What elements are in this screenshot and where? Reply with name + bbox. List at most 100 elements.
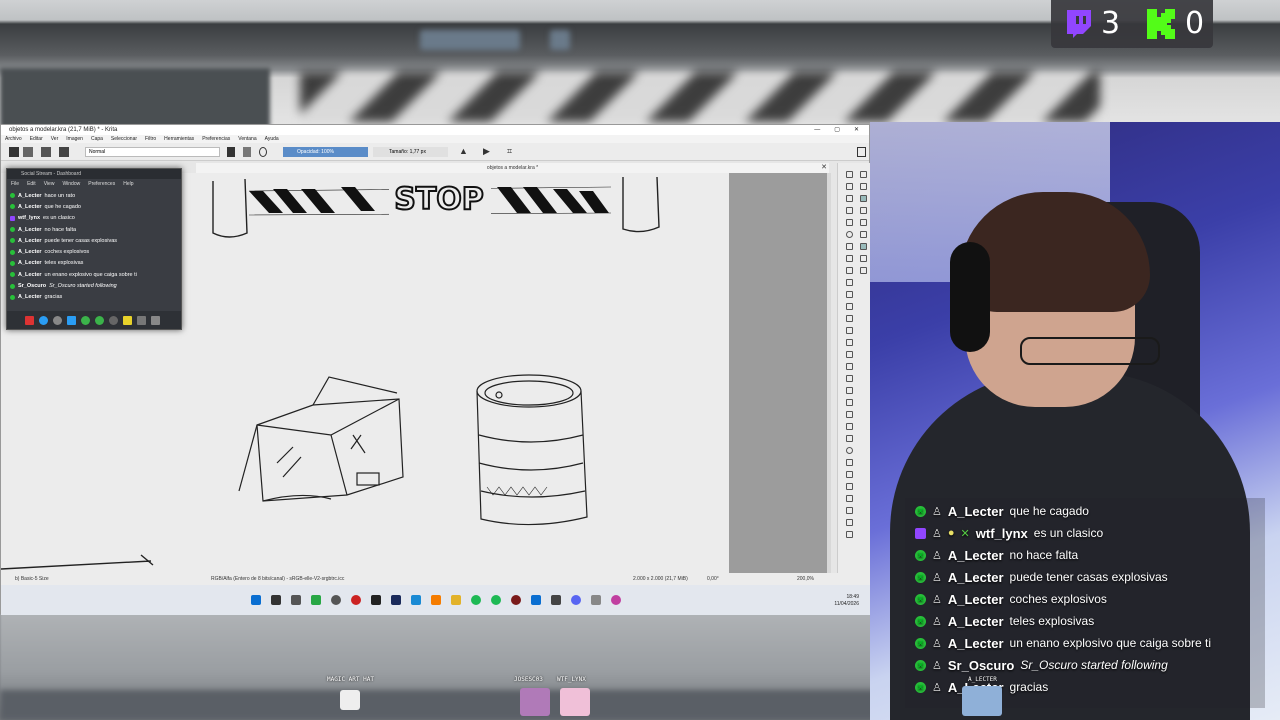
blender-icon[interactable] — [431, 595, 441, 605]
spotify-icon[interactable] — [471, 595, 481, 605]
list-item[interactable]: A_Lecter hace un rato — [7, 190, 181, 201]
social-menu-help[interactable]: Help — [123, 179, 133, 189]
select-shapes-tool-icon[interactable] — [846, 171, 853, 178]
line-tool-icon[interactable] — [846, 207, 853, 214]
freehand-path-tool-icon[interactable] — [846, 279, 853, 286]
menu-filtro[interactable]: Filtro — [145, 135, 156, 143]
close-icon[interactable]: ✕ — [821, 163, 827, 173]
text-tool-icon[interactable] — [860, 171, 867, 178]
maximize-icon[interactable]: ▢ — [834, 125, 840, 135]
social-menu-edit[interactable]: Edit — [27, 179, 36, 189]
eraser-icon[interactable] — [227, 147, 235, 157]
contiguous-select-tool-icon[interactable] — [846, 411, 853, 418]
minimize-icon[interactable]: — — [814, 125, 820, 135]
freehand-brush-tool-icon[interactable] — [846, 195, 853, 202]
list-item[interactable]: A_Lecter no hace falta — [7, 224, 181, 235]
krita-icon[interactable] — [591, 595, 601, 605]
smart-patch-tool-icon[interactable] — [846, 531, 853, 538]
ellipse-tool-icon[interactable] — [846, 231, 853, 238]
list-item[interactable]: A_Lecter teles explosivas — [7, 258, 181, 269]
crop-tool-icon[interactable] — [846, 303, 853, 310]
magnetic-select-tool-icon[interactable] — [846, 495, 853, 502]
list-item[interactable]: A_Lecter que he cagado — [7, 201, 181, 212]
vertical-scrollbar[interactable] — [827, 173, 831, 573]
social-menu-file[interactable]: File — [11, 179, 19, 189]
gradient-icon[interactable] — [23, 147, 33, 157]
wrap-icon[interactable]: ⌗ — [507, 147, 516, 157]
xbox-icon[interactable] — [311, 595, 321, 605]
gear-icon[interactable] — [109, 315, 118, 325]
size-slider[interactable]: Tamaño: 1,77 px — [373, 147, 448, 157]
color-picker-tool-icon[interactable] — [846, 351, 853, 358]
rect-select-tool-icon[interactable] — [846, 435, 853, 442]
list-item[interactable]: A_Lecter puede tener casas explosivas — [7, 235, 181, 246]
notion-icon[interactable] — [371, 595, 381, 605]
lasso-select-tool-icon[interactable] — [846, 471, 853, 478]
reference-tool-icon[interactable] — [846, 399, 853, 406]
menu-ayuda[interactable]: Ayuda — [265, 135, 279, 143]
undo-icon[interactable] — [860, 207, 867, 214]
fill-tool-icon[interactable] — [846, 363, 853, 370]
volume-icon[interactable] — [151, 315, 160, 325]
discord-icon[interactable] — [571, 595, 581, 605]
edit-shapes-tool-icon[interactable] — [846, 183, 853, 190]
search-icon[interactable] — [271, 595, 281, 605]
menu-preferencias[interactable]: Preferencias — [202, 135, 230, 143]
document-tab[interactable]: objetos a modelar.kra * ✕ — [196, 163, 829, 173]
start-icon[interactable] — [251, 595, 261, 605]
clock[interactable]: 18:49 11/04/2026 — [834, 594, 859, 608]
move-tool-icon[interactable] — [846, 315, 853, 322]
filter-icon[interactable] — [67, 315, 76, 325]
menu-editar[interactable]: Editar — [30, 135, 43, 143]
transform-tool-icon[interactable] — [846, 327, 853, 334]
zoom-tool-icon[interactable] — [846, 507, 853, 514]
brush-active-tool-icon[interactable] — [860, 195, 867, 202]
eraser-tool-icon[interactable] — [860, 267, 867, 274]
rectangle-tool-icon[interactable] — [846, 219, 853, 226]
app-icon[interactable] — [551, 595, 561, 605]
brush-preset-icon[interactable] — [59, 147, 69, 157]
chat-icon[interactable] — [39, 315, 48, 325]
pan-tool-icon[interactable] — [846, 519, 853, 526]
reload-icon[interactable] — [259, 147, 267, 157]
pressure-icon[interactable]: ▲ — [459, 147, 468, 157]
premiere-icon[interactable] — [391, 595, 401, 605]
emoji-icon[interactable] — [81, 315, 90, 325]
telegram-icon[interactable] — [411, 595, 421, 605]
pattern-icon[interactable] — [41, 147, 51, 157]
swatch-icon[interactable] — [860, 255, 867, 262]
dynamic-brush-tool-icon[interactable] — [846, 291, 853, 298]
bezier-select-tool-icon[interactable] — [846, 483, 853, 490]
pinterest-icon[interactable] — [351, 595, 361, 605]
paint-tool-icon[interactable] — [860, 243, 867, 250]
gradient-tool-icon[interactable] — [846, 375, 853, 382]
spotify-alt-icon[interactable] — [491, 595, 501, 605]
menu-ver[interactable]: Ver — [51, 135, 59, 143]
pause-icon[interactable] — [25, 315, 34, 325]
dockers-icon[interactable] — [857, 147, 866, 157]
vscode-icon[interactable] — [531, 595, 541, 605]
redo-icon[interactable] — [860, 219, 867, 226]
list-item[interactable]: A_Lecter un enano explosivo que caiga sob… — [7, 269, 181, 280]
calligraphy-tool-icon[interactable] — [860, 183, 867, 190]
measure-tool-icon[interactable] — [846, 339, 853, 346]
close-icon[interactable]: ✕ — [854, 125, 859, 135]
keyboard-icon[interactable] — [137, 315, 146, 325]
bezier-tool-icon[interactable] — [846, 267, 853, 274]
polyline-tool-icon[interactable] — [846, 255, 853, 262]
mirror-icon[interactable]: ▶ — [483, 147, 492, 157]
social-menu-preferences[interactable]: Preferences — [88, 179, 115, 189]
opacity-slider[interactable]: Opacidad: 100% — [283, 147, 368, 157]
task-view-icon[interactable] — [291, 595, 301, 605]
social-menu-window[interactable]: Window — [62, 179, 80, 189]
obs-icon[interactable] — [511, 595, 521, 605]
chrome-icon[interactable] — [611, 595, 621, 605]
blend-mode-select[interactable]: Normal — [85, 147, 220, 157]
list-item[interactable]: A_Lecter gracias — [7, 292, 181, 303]
folder-icon[interactable] — [451, 595, 461, 605]
alpha-lock-icon[interactable] — [243, 147, 251, 157]
polygon-select-tool-icon[interactable] — [846, 459, 853, 466]
social-menu-view[interactable]: View — [44, 179, 55, 189]
menu-ventana[interactable]: Ventana — [238, 135, 256, 143]
highlight-icon[interactable] — [123, 315, 132, 325]
